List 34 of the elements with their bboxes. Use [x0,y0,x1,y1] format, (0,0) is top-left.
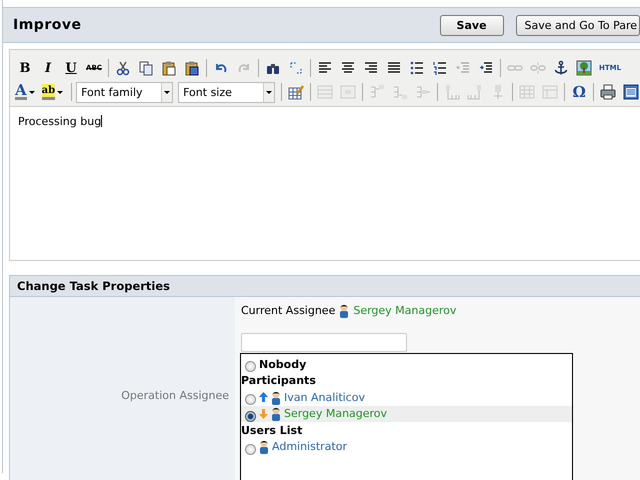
current-assignee-label: Current Assignee [241,304,336,317]
image-icon[interactable] [574,58,594,78]
radio-button[interactable] [245,361,256,372]
save-and-go-button[interactable]: Save and Go To Pare [516,14,640,36]
editor-text: Processing bug [18,115,102,128]
save-button[interactable]: Save [440,14,504,36]
user-name[interactable]: Administrator [272,440,347,454]
person-icon [339,303,350,318]
radio-button[interactable] [245,410,256,422]
format-button[interactable]: Ω [569,82,590,102]
group-heading: Participants [241,374,316,388]
person-icon [259,439,269,454]
field-label: Operation Assignee [121,389,229,404]
editor-area[interactable]: Processing bug [10,106,640,260]
format-button[interactable]: I [38,58,58,78]
radio-button[interactable] [245,394,256,406]
page-title: Improve [13,17,82,33]
printer-icon[interactable] [598,82,618,102]
user-name[interactable]: Ivan Analiticov [284,390,365,404]
radio-button[interactable] [245,444,256,455]
search-field[interactable] [241,333,407,352]
down-arrow-icon [259,408,268,419]
section-title: Change Task Properties [10,276,640,297]
person-icon [271,390,281,405]
font-dropdown[interactable]: Font family [76,82,174,102]
format-button[interactable]: B [15,58,35,78]
window-icon[interactable] [621,82,640,102]
format-button[interactable]: U [61,58,81,78]
up-arrow-icon [259,392,268,402]
color-button[interactable]: A [15,82,35,102]
option-label[interactable]: Nobody [259,358,306,371]
group-heading: Users List [241,424,302,437]
person-icon [271,406,281,422]
font-dropdown[interactable]: Font size [178,82,276,102]
